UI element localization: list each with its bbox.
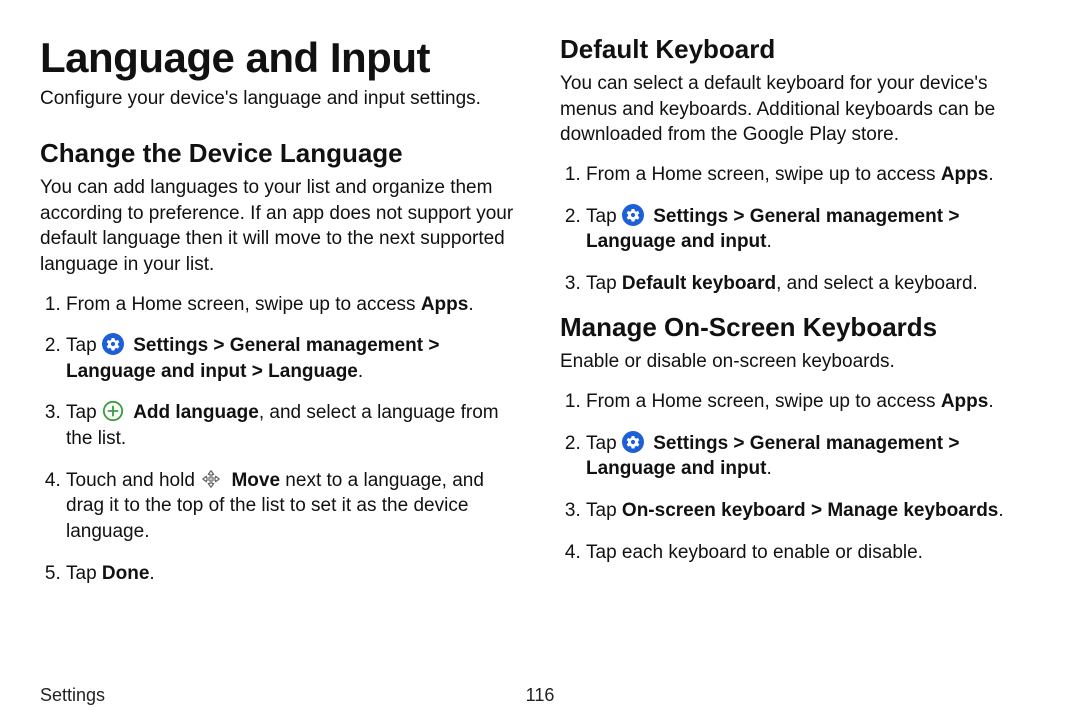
step-text: . bbox=[767, 458, 772, 479]
settings-icon bbox=[622, 431, 644, 453]
move-icon bbox=[200, 468, 222, 490]
step-text: Tap bbox=[66, 402, 102, 423]
manage-keyboards-steps: From a Home screen, swipe up to access A… bbox=[560, 389, 1040, 565]
step-item: Tap Add language, and select a language … bbox=[66, 400, 520, 451]
step-text: From a Home screen, swipe up to access bbox=[586, 391, 941, 412]
page-number: 116 bbox=[526, 685, 555, 706]
section-change-language-heading: Change the Device Language bbox=[40, 138, 520, 169]
step-text: , and select a language from the list. bbox=[66, 402, 499, 449]
step-text: . bbox=[358, 361, 363, 382]
step-text: Tap bbox=[586, 273, 622, 294]
step-text: From a Home screen, swipe up to access bbox=[586, 164, 941, 185]
step-bold: Default keyboard bbox=[622, 273, 776, 294]
step-text: Tap each keyboard to enable or disable. bbox=[586, 542, 923, 563]
step-text: , and select a keyboard. bbox=[776, 273, 978, 294]
section-change-language-intro: You can add languages to your list and o… bbox=[40, 175, 520, 278]
settings-icon bbox=[102, 333, 124, 355]
step-text: Tap bbox=[586, 500, 622, 521]
step-bold: Move bbox=[231, 470, 280, 491]
add-icon bbox=[102, 400, 124, 422]
step-text: . bbox=[468, 294, 473, 315]
step-text: . bbox=[998, 500, 1003, 521]
step-bold: Apps bbox=[421, 294, 469, 315]
left-column: Language and Input Configure your device… bbox=[40, 28, 520, 680]
step-text: From a Home screen, swipe up to access bbox=[66, 294, 421, 315]
section-default-keyboard-heading: Default Keyboard bbox=[560, 34, 1040, 65]
step-text: Tap bbox=[66, 335, 102, 356]
section-manage-keyboards-heading: Manage On-Screen Keyboards bbox=[560, 312, 1040, 343]
step-item: Tap Done. bbox=[66, 561, 520, 587]
page-title: Language and Input bbox=[40, 34, 520, 82]
step-item: Touch and hold Move next to a language, … bbox=[66, 468, 520, 545]
step-bold: Add language bbox=[133, 402, 259, 423]
change-language-steps: From a Home screen, swipe up to access A… bbox=[40, 292, 520, 587]
step-text: . bbox=[149, 563, 154, 584]
step-text: Tap bbox=[66, 563, 102, 584]
section-default-keyboard-intro: You can select a default keyboard for yo… bbox=[560, 71, 1040, 148]
step-item: From a Home screen, swipe up to access A… bbox=[586, 162, 1040, 188]
page-footer: Settings 116 bbox=[40, 685, 1040, 706]
step-item: Tap Settings > General management > Lang… bbox=[586, 204, 1040, 255]
right-column: Default Keyboard You can select a defaul… bbox=[560, 28, 1040, 680]
step-text: . bbox=[988, 164, 993, 185]
step-item: Tap On-screen keyboard > Manage keyboard… bbox=[586, 498, 1040, 524]
step-bold: Apps bbox=[941, 391, 989, 412]
step-text: Tap bbox=[586, 433, 622, 454]
default-keyboard-steps: From a Home screen, swipe up to access A… bbox=[560, 162, 1040, 297]
page: Language and Input Configure your device… bbox=[0, 0, 1080, 680]
step-item: From a Home screen, swipe up to access A… bbox=[66, 292, 520, 318]
step-bold: Apps bbox=[941, 164, 989, 185]
step-text: Touch and hold bbox=[66, 470, 200, 491]
step-bold: On-screen keyboard > Manage keyboards bbox=[622, 500, 998, 521]
page-subtitle: Configure your device's language and inp… bbox=[40, 88, 520, 110]
step-item: Tap Settings > General management > Lang… bbox=[66, 333, 520, 384]
step-item: Tap each keyboard to enable or disable. bbox=[586, 540, 1040, 566]
step-text: . bbox=[988, 391, 993, 412]
step-item: Tap Settings > General management > Lang… bbox=[586, 431, 1040, 482]
step-bold: Done bbox=[102, 563, 150, 584]
step-item: Tap Default keyboard, and select a keybo… bbox=[586, 271, 1040, 297]
step-text: Tap bbox=[586, 206, 622, 227]
settings-icon bbox=[622, 204, 644, 226]
section-manage-keyboards-intro: Enable or disable on-screen keyboards. bbox=[560, 349, 1040, 375]
footer-section: Settings bbox=[40, 685, 105, 705]
step-item: From a Home screen, swipe up to access A… bbox=[586, 389, 1040, 415]
step-text: . bbox=[767, 231, 772, 252]
